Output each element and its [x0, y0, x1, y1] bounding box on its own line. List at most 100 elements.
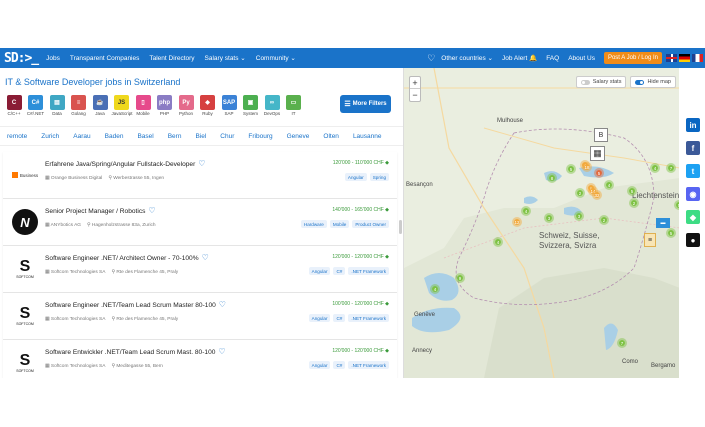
- job-cluster-marker[interactable]: 4: [521, 206, 531, 216]
- job-cluster-marker[interactable]: 2: [575, 188, 585, 198]
- tech-filter-java[interactable]: ☕ Java: [90, 95, 110, 116]
- city-filter-lausanne[interactable]: Lausanne: [346, 133, 389, 140]
- tech-filter-python[interactable]: Py Python: [176, 95, 196, 116]
- nav-job-alert[interactable]: Job Alert 🔔: [502, 54, 537, 62]
- city-filter-aarau[interactable]: Aarau: [66, 133, 97, 140]
- job-title-text[interactable]: Software Engineer .NET/Team Lead Scrum M…: [45, 302, 216, 309]
- flag-de-icon[interactable]: [679, 54, 690, 62]
- job-tag[interactable]: Angular: [308, 267, 331, 275]
- facebook-icon[interactable]: f: [686, 141, 700, 155]
- job-tag[interactable]: C#: [333, 267, 346, 275]
- company-marker-blue[interactable]: ▬: [656, 218, 670, 228]
- scrollbar[interactable]: [399, 220, 402, 234]
- nav-community[interactable]: Community ⌄: [256, 54, 296, 62]
- tech-filter-sap[interactable]: SAP SAP: [219, 95, 239, 116]
- flag-fr-icon[interactable]: [692, 54, 703, 62]
- android-icon[interactable]: ◆: [686, 210, 700, 224]
- tech-filter-system[interactable]: ▣ System: [241, 95, 261, 116]
- job-tag[interactable]: Product Owner: [352, 220, 389, 228]
- linkedin-icon[interactable]: in: [686, 118, 700, 132]
- job-title[interactable]: Software Engineer .NET/Team Lead Scrum M…: [45, 300, 226, 309]
- heart-icon[interactable]: ♡: [427, 53, 435, 64]
- job-tag[interactable]: .NET Framework: [348, 361, 389, 369]
- job-title[interactable]: Erfahrene Java/Spring/Angular Fullstack-…: [45, 159, 205, 168]
- flag-uk-icon[interactable]: [666, 54, 677, 62]
- tech-filter-it[interactable]: ▭ IT: [284, 95, 304, 116]
- apple-icon[interactable]: ●: [686, 233, 700, 247]
- hide-map-switch[interactable]: [635, 79, 645, 85]
- zoom-out-button[interactable]: −: [410, 89, 420, 101]
- job-tag[interactable]: Mobile: [329, 220, 350, 228]
- job-cluster-marker[interactable]: 5: [594, 168, 604, 178]
- job-cluster-marker[interactable]: 4: [650, 163, 660, 173]
- twitter-icon[interactable]: t: [686, 164, 700, 178]
- city-filter-biel[interactable]: Biel: [188, 133, 213, 140]
- tech-filter-ruby[interactable]: ◆ Ruby: [198, 95, 218, 116]
- job-title-text[interactable]: Software Engineer .NET/ Architect Owner …: [45, 255, 199, 262]
- city-filter-geneve[interactable]: Geneve: [280, 133, 317, 140]
- favorite-heart-icon[interactable]: ♡: [148, 206, 155, 215]
- job-title-text[interactable]: Software Entwickler .NET/Team Lead Scrum…: [45, 349, 215, 356]
- city-filter-remote[interactable]: remote: [0, 133, 34, 140]
- job-cluster-marker[interactable]: 18: [582, 162, 592, 172]
- job-tag[interactable]: Hardware: [300, 220, 327, 228]
- post-job-button[interactable]: Post A Job / Log In: [603, 52, 662, 64]
- job-title-text[interactable]: Senior Project Manager / Robotics: [45, 208, 145, 215]
- more-filters-button[interactable]: ☰ More Filters: [340, 95, 391, 113]
- city-filter-fribourg[interactable]: Fribourg: [241, 133, 279, 140]
- tech-filter-golang[interactable]: ≡ Golang: [69, 95, 89, 116]
- job-tag[interactable]: .NET Framework: [348, 314, 389, 322]
- job-cluster-marker[interactable]: 5: [666, 228, 676, 238]
- site-logo[interactable]: SD:>_: [4, 51, 39, 66]
- job-tag[interactable]: Angular: [308, 361, 331, 369]
- company-marker-b[interactable]: B: [594, 128, 608, 142]
- city-filter-basel[interactable]: Basel: [130, 133, 160, 140]
- job-cluster-marker[interactable]: 2: [599, 215, 609, 225]
- job-cluster-marker[interactable]: 3: [574, 211, 584, 221]
- tech-filter-mobile[interactable]: ▯ Mobile: [133, 95, 153, 116]
- job-cluster-marker[interactable]: 4: [604, 180, 614, 190]
- company-marker-logo[interactable]: ▦: [590, 146, 605, 161]
- city-filter-zurich[interactable]: Zurich: [34, 133, 66, 140]
- job-cluster-marker[interactable]: 2: [629, 198, 639, 208]
- job-cluster-marker[interactable]: 4: [430, 284, 440, 294]
- job-cluster-marker[interactable]: 32: [592, 190, 602, 200]
- hide-map-toggle[interactable]: Hide map: [630, 76, 676, 88]
- city-filter-bern[interactable]: Bern: [161, 133, 189, 140]
- job-title[interactable]: Software Engineer .NET/ Architect Owner …: [45, 253, 209, 262]
- nav-other-countries[interactable]: Other countries ⌄: [441, 54, 493, 62]
- tech-filter-javascript[interactable]: JS JavaScript: [112, 95, 133, 116]
- job-tag[interactable]: Angular: [308, 314, 331, 322]
- job-cluster-marker[interactable]: 9: [455, 273, 465, 283]
- favorite-heart-icon[interactable]: ♡: [202, 253, 209, 262]
- tech-filter-php[interactable]: php PHP: [155, 95, 175, 116]
- job-map[interactable]: + − Salary stats Hide map Mulhouse Besan…: [403, 68, 679, 378]
- job-cluster-marker[interactable]: 8: [547, 173, 557, 183]
- nav-talent-directory[interactable]: Talent Directory: [149, 55, 194, 62]
- job-title[interactable]: Senior Project Manager / Robotics ♡: [45, 206, 156, 215]
- salary-stats-switch[interactable]: [580, 79, 590, 85]
- job-cluster-marker[interactable]: 4: [493, 237, 503, 247]
- job-title[interactable]: Software Entwickler .NET/Team Lead Scrum…: [45, 347, 226, 356]
- company-marker-note[interactable]: ≡: [644, 233, 656, 247]
- job-cluster-marker[interactable]: 5: [674, 200, 679, 210]
- job-cluster-marker[interactable]: 12: [512, 217, 522, 227]
- job-card[interactable]: S SOFTCOM Software Entwickler .NET/Team Le…: [3, 340, 397, 378]
- job-tag[interactable]: .NET Framework: [348, 267, 389, 275]
- city-filter-baden[interactable]: Baden: [98, 133, 131, 140]
- nav-transparent-companies[interactable]: Transparent Companies: [70, 55, 140, 62]
- job-tag[interactable]: Spring: [369, 173, 389, 181]
- favorite-heart-icon[interactable]: ♡: [218, 347, 225, 356]
- tech-filter-c-net[interactable]: C# C#/.NET: [26, 95, 46, 116]
- job-card[interactable]: Business Erfahrene Java/Spring/Angular Fu…: [3, 152, 397, 199]
- job-card[interactable]: N Senior Project Manager / Robotics ♡ ▦ ANY…: [3, 199, 397, 246]
- city-filter-chur[interactable]: Chur: [213, 133, 241, 140]
- job-title-text[interactable]: Erfahrene Java/Spring/Angular Fullstack-…: [45, 161, 195, 168]
- zoom-in-button[interactable]: +: [410, 77, 420, 89]
- city-filter-olten[interactable]: Olten: [316, 133, 346, 140]
- tech-filter-devops[interactable]: ∞ DevOps: [262, 95, 282, 116]
- nav-salary-stats[interactable]: Salary stats ⌄: [205, 54, 246, 62]
- job-cluster-marker[interactable]: 7: [617, 338, 627, 348]
- salary-stats-toggle[interactable]: Salary stats: [575, 76, 627, 88]
- discord-icon[interactable]: ◉: [686, 187, 700, 201]
